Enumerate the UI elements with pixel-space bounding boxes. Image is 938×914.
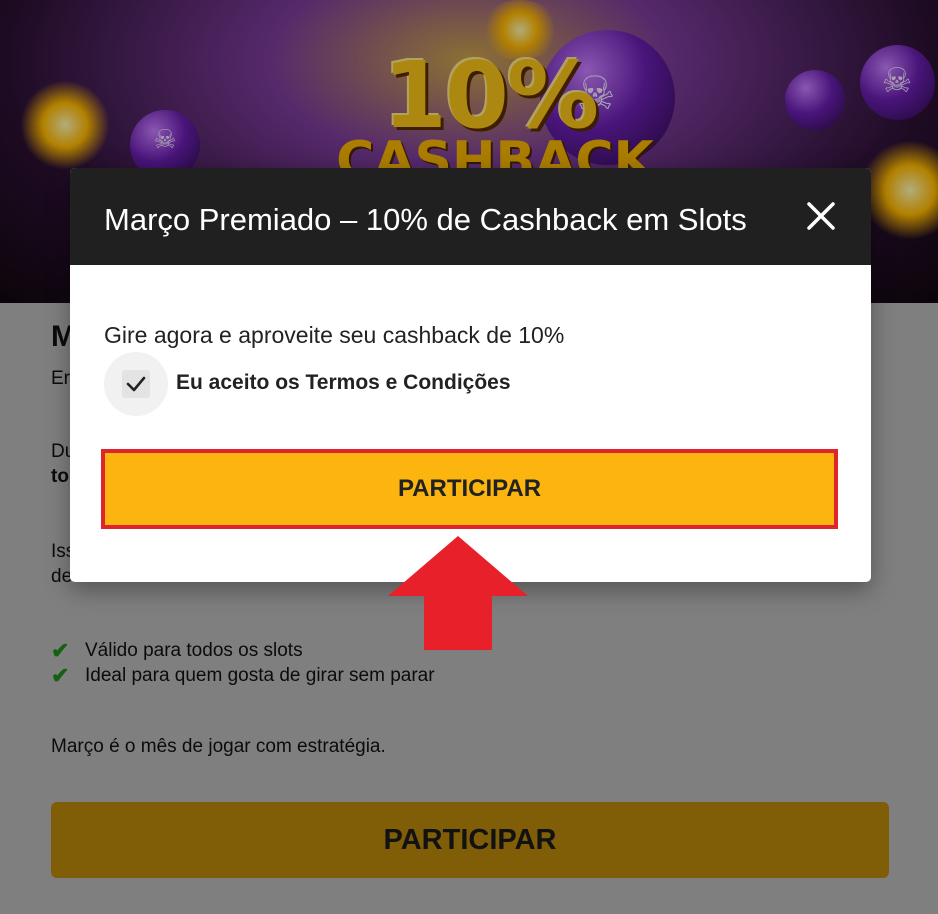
participar-button[interactable]: PARTICIPAR [101, 449, 838, 529]
modal-title: Março Premiado – 10% de Cashback em Slot… [104, 202, 747, 237]
checkbox-box [122, 370, 150, 398]
modal-body-text: Gire agora e aproveite seu cashback de 1… [104, 322, 565, 348]
checkmark-icon [126, 376, 146, 392]
red-up-arrow-icon [388, 536, 528, 650]
terms-checkbox[interactable] [104, 352, 168, 416]
close-icon[interactable] [803, 198, 839, 234]
terms-checkbox-label[interactable]: Eu aceito os Termos e Condições [176, 371, 511, 395]
participation-modal: Março Premiado – 10% de Cashback em Slot… [70, 168, 871, 582]
modal-header: Março Premiado – 10% de Cashback em Slot… [70, 168, 871, 265]
